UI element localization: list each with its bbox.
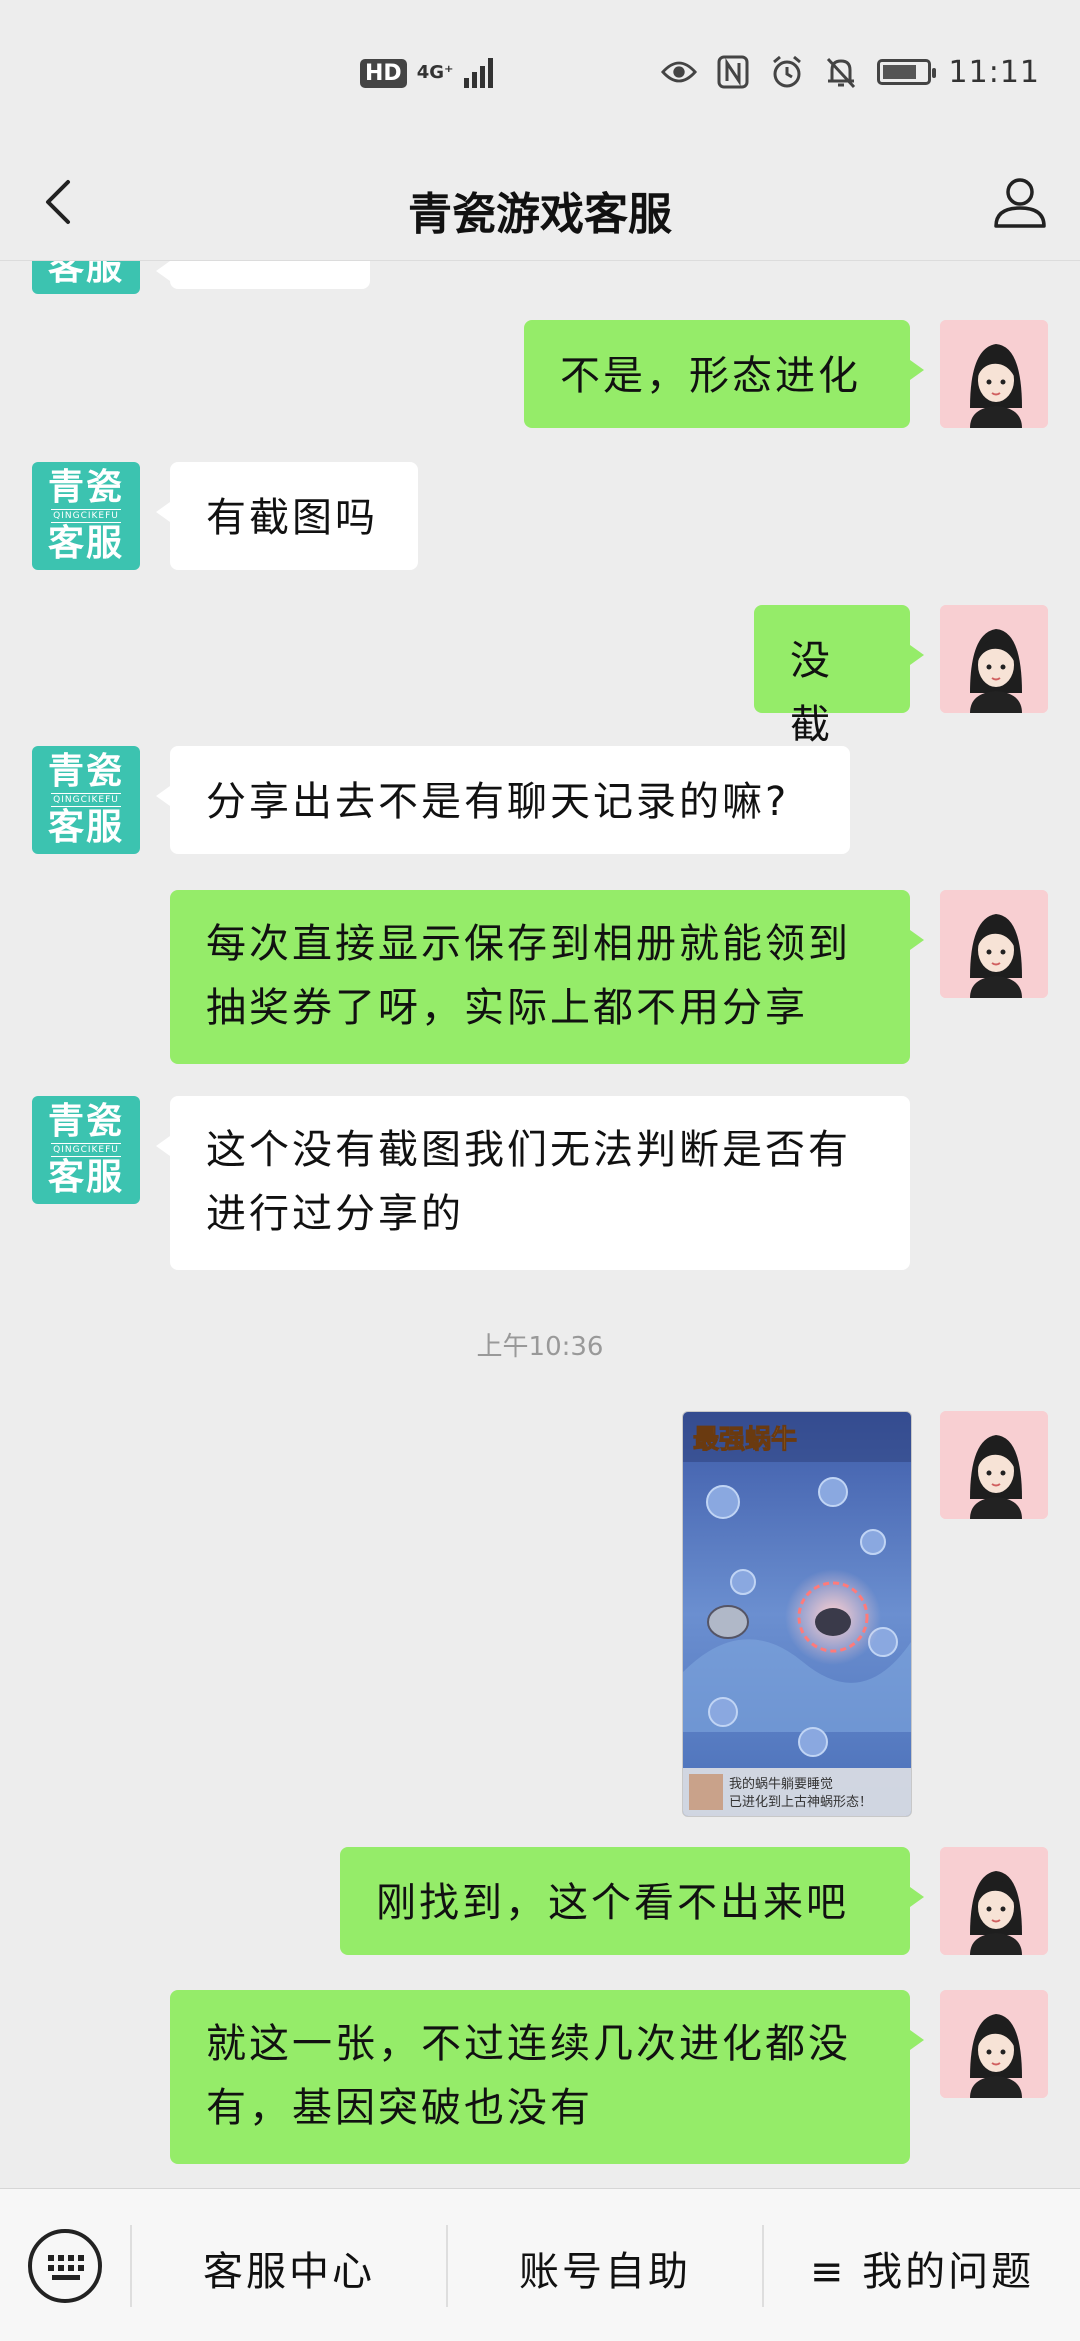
user-avatar[interactable] <box>940 605 1048 713</box>
girl-avatar-icon <box>940 605 1048 713</box>
chat-area[interactable]: 青瓷 QINGCIKEFU 客服 不是，形态进化 青瓷 QINGCIKEFU 客… <box>0 261 1080 2186</box>
menu-my-questions[interactable]: ≡ 我的问题 <box>764 2239 1080 2297</box>
service-avatar[interactable]: 青瓷 QINGCIKEFU 客服 <box>32 261 140 294</box>
message-bubble[interactable]: 不是，形态进化 <box>524 320 924 428</box>
message-bubble[interactable]: 每次直接显示保存到相册就能领到抽奖券了呀，实际上都不用分享 <box>170 890 924 1064</box>
nfc-icon <box>715 54 751 90</box>
menu-customer-center[interactable]: 客服中心 <box>132 2239 446 2297</box>
message-bubble[interactable]: 分享出去不是有聊天记录的嘛? <box>156 746 850 854</box>
image-message[interactable]: 最强蜗牛 我的蜗牛躺要睡觉 已进化到上古神蜗形态！ <box>682 1411 912 1817</box>
page-title: 青瓷游戏客服 <box>408 189 672 240</box>
network-type: 4G⁺ <box>416 62 454 83</box>
image-caption-line2: 已进化到上古神蜗形态！ <box>729 1794 872 1810</box>
clock: 11:11 <box>948 54 1040 90</box>
image-caption-line1: 我的蜗牛躺要睡觉 <box>729 1776 833 1792</box>
battery-icon <box>876 59 936 85</box>
user-avatar[interactable] <box>940 1411 1048 1519</box>
message-bubble-partial[interactable] <box>156 261 370 289</box>
girl-avatar-icon <box>940 320 1048 428</box>
user-avatar[interactable] <box>940 1847 1048 1955</box>
game-screenshot-thumbnail: 最强蜗牛 我的蜗牛躺要睡觉 已进化到上古神蜗形态！ <box>683 1412 911 1816</box>
girl-avatar-icon <box>940 890 1048 998</box>
service-avatar[interactable]: 青瓷 QINGCIKEFU 客服 <box>32 462 140 570</box>
message-bubble[interactable]: 刚找到，这个看不出来吧 <box>340 1847 924 1955</box>
message-bubble[interactable]: 这个没有截图我们无法判断是否有进行过分享的 <box>156 1096 910 1270</box>
title-bar: 青瓷游戏客服 <box>0 150 1080 261</box>
message-bubble[interactable]: 没截 <box>754 605 924 748</box>
girl-avatar-icon <box>940 1847 1048 1955</box>
service-avatar[interactable]: 青瓷 QINGCIKEFU 客服 <box>32 1096 140 1204</box>
girl-avatar-icon <box>940 1990 1048 2098</box>
user-avatar[interactable] <box>940 320 1048 428</box>
hd-badge: HD <box>360 58 407 88</box>
service-avatar[interactable]: 青瓷 QINGCIKEFU 客服 <box>32 746 140 854</box>
message-bubble[interactable]: 有截图吗 <box>156 462 418 570</box>
status-bar: HD 4G⁺ 11:11 <box>0 0 1080 150</box>
message-bubble[interactable]: 就这一张，不过连续几次进化都没有，基因突破也没有 <box>170 1990 924 2164</box>
bottom-menu-bar: 客服中心 账号自助 ≡ 我的问题 <box>0 2188 1080 2341</box>
signal-icon <box>463 58 493 88</box>
user-avatar[interactable] <box>940 890 1048 998</box>
person-icon[interactable] <box>988 170 1052 234</box>
user-avatar[interactable] <box>940 1990 1048 2098</box>
timestamp: 上午10:36 <box>476 1332 604 1362</box>
alarm-icon <box>769 54 805 90</box>
eye-icon <box>660 54 697 90</box>
keyboard-icon[interactable] <box>28 2229 102 2303</box>
menu-account-self-service[interactable]: 账号自助 <box>448 2239 762 2297</box>
mute-bell-icon <box>823 54 859 90</box>
game-title: 最强蜗牛 <box>693 1425 797 1455</box>
girl-avatar-icon <box>940 1411 1048 1519</box>
network-indicators: HD 4G⁺ <box>360 58 493 88</box>
status-icons: 11:11 <box>660 54 1040 90</box>
